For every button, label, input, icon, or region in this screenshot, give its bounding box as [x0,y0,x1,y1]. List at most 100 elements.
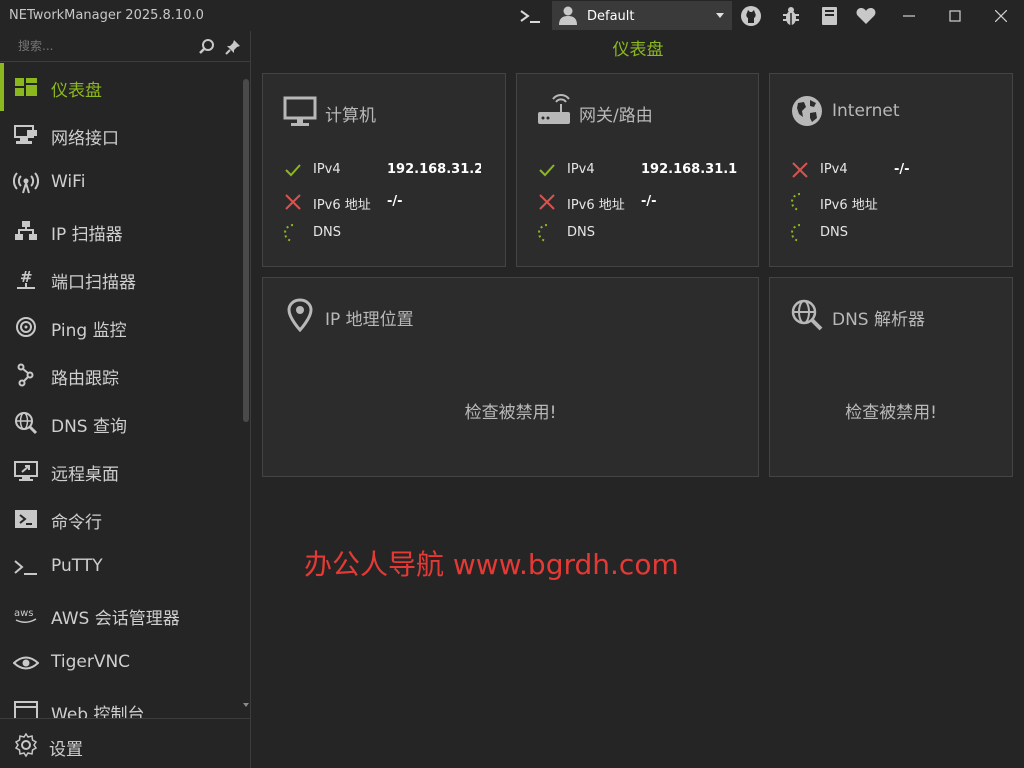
maximize-button[interactable] [932,0,978,31]
dns-globe-search-icon [790,298,824,336]
github-icon[interactable] [740,5,762,27]
sidebar-item-powershell[interactable]: 命令行 [0,495,244,543]
sidebar-item-label: 仪表盘 [51,81,102,101]
sidebar-item-label: 网络接口 [51,129,119,149]
row-label: IPv6 地址 [567,198,625,213]
dns-row: DNS [283,223,503,243]
ipv4-row: IPv4 192.168.31.1 [537,160,757,180]
sidebar-item-ip-scanner[interactable]: IP 扫描器 [0,207,244,255]
loading-spinner-icon [537,223,557,243]
putty-icon [13,555,39,579]
ping-monitor-icon [13,315,39,339]
sidebar-item-label: WiFi [51,172,86,192]
bug-icon[interactable] [780,5,802,27]
sidebar-item-ping-monitor[interactable]: Ping 监控 [0,303,244,351]
router-icon [537,94,571,132]
ipv4-row: IPv4 192.168.31.23 [283,160,503,180]
terminal-icon[interactable] [518,6,544,26]
traceroute-icon [13,363,39,387]
sidebar-item-label: TigerVNC [51,652,131,672]
check-icon [537,160,557,180]
scroll-down-icon[interactable] [243,703,249,707]
sidebar-scrollbar[interactable] [243,79,249,422]
pin-icon[interactable] [224,38,242,60]
disabled-message: 检查被禁用! [464,403,557,423]
gateway-card: 网关/路由 IPv4 192.168.31.1 IPv6 地址 -/- DNS [516,73,759,267]
disabled-message: 检查被禁用! [845,403,937,423]
search-icon[interactable] [198,38,216,60]
sidebar-item-dashboard[interactable]: 仪表盘 [0,63,244,111]
close-icon [995,10,1007,22]
sidebar-item-remote-desktop[interactable]: 远程桌面 [0,447,244,495]
ipv6-row: IPv6 地址 -/- [283,192,503,213]
heart-icon[interactable] [855,5,877,27]
sidebar-item-label: AWS 会话管理器 [51,609,180,629]
close-button[interactable] [978,0,1024,31]
sidebar-item-label: PuTTY [51,556,103,576]
dns-row: DNS [790,223,1010,243]
port-scanner-icon: # [13,267,39,291]
sidebar-item-web-console[interactable]: Web 控制台 [0,687,244,718]
sidebar-item-dns-lookup[interactable]: DNS 查询 [0,399,244,447]
profile-name: Default [587,9,635,24]
ipv4-row: IPv4 -/- [790,160,1010,180]
sidebar-item-label: 命令行 [51,513,102,533]
profile-selector[interactable]: Default [552,1,732,30]
row-label: DNS [313,225,341,240]
ip-geolocation-card: IP 地理位置 检查被禁用! [262,277,759,477]
card-title: 网关/路由 [579,106,653,126]
globe-icon [790,94,824,132]
error-icon [283,192,303,212]
window-title: NETworkManager 2025.8.10.0 [9,8,204,23]
ipv6-row: IPv6 地址 [790,192,1010,213]
remote-desktop-icon [13,459,39,483]
row-label: IPv6 地址 [820,198,878,213]
aws-icon: aws [13,603,39,627]
loading-spinner-icon [790,223,810,243]
card-title: IP 地理位置 [325,310,414,330]
web-console-icon [13,699,39,718]
sidebar: 仪表盘 网络接口 WiFi IP 扫描器 # 端口扫描器 [0,31,251,768]
row-label: DNS [567,225,595,240]
row-label: IPv4 [567,162,595,177]
search-bar [0,31,251,62]
error-icon [790,160,810,180]
sidebar-item-tigervnc[interactable]: TigerVNC [0,639,244,687]
row-label: IPv4 [313,162,341,177]
book-icon[interactable] [818,5,840,27]
row-value: -/- [894,162,910,177]
main-content: 仪表盘 计算机 IPv4 192.168.31.23 IPv6 地址 -/- D… [252,31,1024,768]
sidebar-item-label: Ping 监控 [51,321,127,341]
computer-card: 计算机 IPv4 192.168.31.23 IPv6 地址 -/- DNS [262,73,506,267]
dns-row: DNS [537,223,757,243]
sidebar-item-label: DNS 查询 [51,417,128,437]
internet-card: Internet IPv4 -/- IPv6 地址 DNS [769,73,1013,267]
ip-scanner-icon [13,219,39,243]
sidebar-item-aws-session-manager[interactable]: aws AWS 会话管理器 [0,591,244,639]
maximize-icon [949,10,961,22]
settings-button[interactable]: 设置 [0,718,251,768]
minimize-button[interactable] [886,0,932,31]
title-bar: NETworkManager 2025.8.10.0 Default [0,0,1024,31]
dns-lookup-icon [13,411,39,435]
settings-label: 设置 [49,740,83,760]
loading-spinner-icon [283,223,303,243]
powershell-icon [13,507,39,531]
card-title: DNS 解析器 [832,310,926,330]
sidebar-item-port-scanner[interactable]: # 端口扫描器 [0,255,244,303]
ipv6-row: IPv6 地址 -/- [537,192,757,213]
sidebar-item-network-interface[interactable]: 网络接口 [0,111,244,159]
svg-text:aws: aws [14,608,34,619]
monitor-icon [283,94,317,132]
minimize-icon [903,15,915,17]
dashboard-icon [13,75,39,99]
user-icon [558,5,578,29]
row-value: 192.168.31.23 [387,162,481,177]
error-icon [537,192,557,212]
check-icon [283,160,303,180]
sidebar-item-putty[interactable]: PuTTY [0,543,244,591]
card-title: Internet [832,101,900,121]
sidebar-item-wifi[interactable]: WiFi [0,159,244,207]
search-input[interactable] [18,39,188,53]
sidebar-item-traceroute[interactable]: 路由跟踪 [0,351,244,399]
